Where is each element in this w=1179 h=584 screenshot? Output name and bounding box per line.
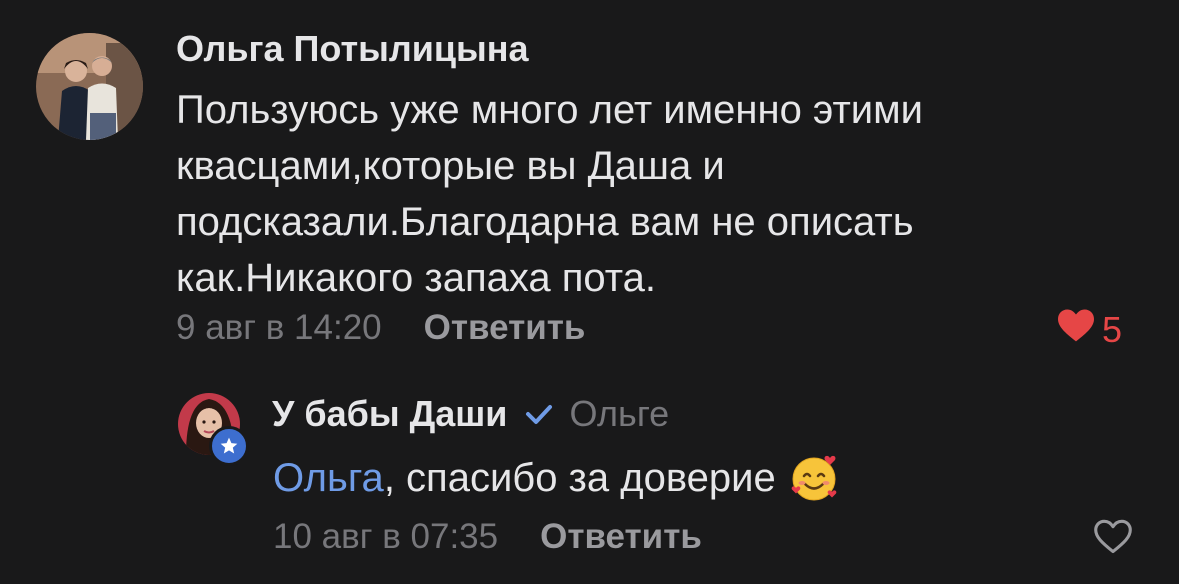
comment-author-name[interactable]: Ольга Потылицына [176,28,529,70]
star-icon [220,437,238,454]
comment-meta: 9 авг в 14:20 Ответить [176,308,585,348]
comment-text-line: как.Никакого запаха пота. [176,256,657,300]
smiling-face-with-hearts-icon [788,452,840,504]
comment-text-line: Пользуюсь уже много лет именно этими [176,88,923,132]
likes-count: 5 [1102,308,1123,350]
comment-text: Пользуюсь уже много лет именно этими ква… [176,82,1136,306]
comment-text-line: подсказали.Благодарна вам не описать [176,200,914,244]
reply-date: 10 авг в 07:35 [273,517,499,556]
reply-to-name[interactable]: Ольге [569,393,669,435]
reply-text: Ольга, спасибо за доверие [273,450,840,506]
mention-link[interactable]: Ольга [273,450,384,506]
reply-button[interactable]: Ответить [540,517,702,556]
verified-check-icon [525,403,553,425]
heart-outline-icon[interactable] [1092,517,1134,560]
reply-text-body: , спасибо за доверие [383,456,776,500]
reply-header: У бабы Даши Ольге [272,393,669,435]
avatar-photo [36,33,143,140]
reply-button[interactable]: Ответить [424,308,586,347]
comment-text-line: квасцами,которые вы Даша и [176,144,725,188]
reply-author-name[interactable]: У бабы Даши [272,393,507,435]
heart-filled-icon [1056,307,1096,352]
comment-thread: Ольга Потылицына Пользуюсь уже много лет… [0,0,1179,584]
like-button[interactable]: 5 [1056,307,1122,352]
comment-date: 9 авг в 14:20 [176,308,382,347]
community-badge [209,426,249,466]
reply-meta: 10 авг в 07:35 Ответить [273,517,702,557]
avatar[interactable] [36,33,143,140]
